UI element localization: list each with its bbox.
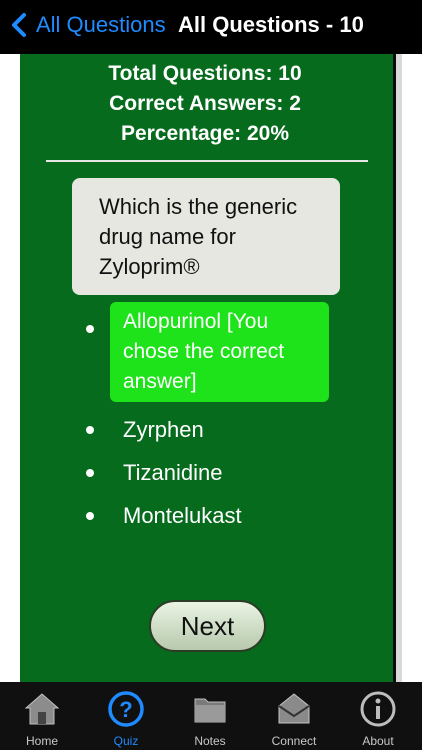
tab-about[interactable]: About [336,682,420,750]
total-questions-text: Total Questions: 10 [108,62,302,85]
navigation-bar: All Questions All Questions - 10 [0,0,422,54]
back-button-label: All Questions [36,12,166,37]
correct-answers-text: Correct Answers: 2 [109,92,301,115]
next-button[interactable]: Next [149,600,266,652]
question-box: Which is the generic drug name for Zylop… [72,178,340,295]
tab-connect[interactable]: Connect [252,682,336,750]
quiz-icon: ? [108,691,144,727]
tab-label: Home [25,734,58,748]
bullet [86,426,94,434]
answer-label: Zyrphen [123,417,204,442]
divider [46,160,368,162]
bullet [86,469,94,477]
answer-label: Montelukast [123,503,242,528]
svg-text:?: ? [119,697,132,722]
home-icon [24,693,60,725]
tab-label: Connect [271,734,317,748]
page-title: All Questions - 10 [178,12,364,37]
chevron-left-icon [12,13,26,37]
tab-quiz[interactable]: ? Quiz [84,682,168,750]
tab-home[interactable]: Home [0,682,84,750]
tab-label: Quiz [113,734,139,748]
tab-label: Notes [194,734,226,748]
bullet [86,512,94,520]
info-icon [360,691,396,727]
tab-label: About [362,734,394,748]
tab-bar: Home ? Quiz Notes Connect About [0,682,422,750]
quiz-result-card: Total Questions: 10 Correct Answers: 2 P… [20,54,402,682]
folder-icon [194,698,226,723]
bullet [86,325,94,333]
correct-answer-highlight: Allopurinol [You chose the correct answe… [110,302,329,402]
percentage-text: Percentage: 20% [120,122,290,145]
tab-notes[interactable]: Notes [168,682,252,750]
back-button[interactable]: All Questions [8,10,166,40]
score-summary: Total Questions: 10 Correct Answers: 2 P… [20,59,390,149]
envelope-icon [278,693,310,724]
answer-label: Tizanidine [123,460,223,485]
